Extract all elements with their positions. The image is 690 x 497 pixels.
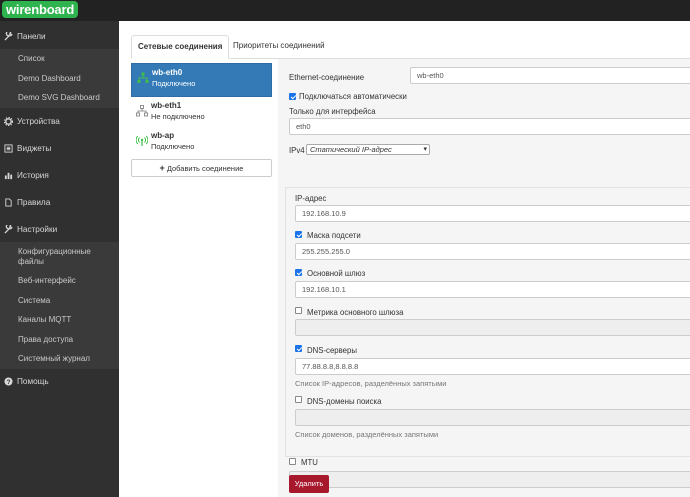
sidebar-item-label: Виджеты <box>17 143 52 153</box>
sidebar-item-label: Системный журнал <box>18 354 90 364</box>
gateway-metric-input[interactable] <box>295 319 690 336</box>
sidebar-item-list[interactable]: Список <box>0 49 119 69</box>
tab-network-connections[interactable]: Сетевые соединения <box>131 35 230 59</box>
gateway-checkbox[interactable] <box>295 269 302 276</box>
interface-label: Только для интерфейса <box>289 107 376 116</box>
sidebar-item-label: Demo Dashboard <box>18 73 81 83</box>
dns-servers-input[interactable]: 77.88.8.8,8.8.8.8 <box>295 358 690 375</box>
dns-search-checkbox[interactable] <box>295 396 302 403</box>
sidebar-item-label: Помощь <box>17 376 49 386</box>
sidebar-item-label: История <box>17 170 49 180</box>
ethernet-icon <box>137 72 149 84</box>
top-navbar: wirenboard <box>0 0 690 21</box>
sidebar-item-label: Настройки <box>17 224 58 234</box>
bar-chart-icon <box>3 171 13 180</box>
sidebar-item-access-rights[interactable]: Права доступа <box>0 329 119 349</box>
chevron-down-icon: ▾ <box>423 146 427 153</box>
sidebar-item-label: Устройства <box>17 116 60 126</box>
connection-item-wb-eth0[interactable]: wb-eth0 Подключено <box>131 63 272 97</box>
connection-name: wb-eth1 <box>151 101 182 110</box>
ipv4-mode-value: Статический IP-адрес <box>310 145 392 154</box>
sidebar-item-history[interactable]: История <box>0 162 119 188</box>
connection-name: wb-eth0 <box>152 68 183 77</box>
auto-connect-checkbox[interactable] <box>289 93 296 100</box>
interface-input[interactable]: eth0 <box>289 118 690 135</box>
sidebar-item-label: Каналы MQTT <box>18 315 72 325</box>
sidebar-item-label: Конфигурационные файлы <box>18 246 91 266</box>
svg-text:?: ? <box>6 378 10 385</box>
add-connection-button[interactable]: + Добавить соединение <box>131 159 272 177</box>
ethernet-icon <box>136 105 148 117</box>
list-icon <box>3 143 13 153</box>
auto-connect-label: Подключаться автоматически <box>299 92 407 101</box>
plus-icon: + <box>159 163 165 173</box>
sidebar-item-web-interface[interactable]: Веб-интерфейс <box>0 271 119 291</box>
ethernet-connection-label: Ethernet-соединение <box>289 73 365 82</box>
delete-connection-button[interactable]: Удалить <box>289 475 329 493</box>
sidebar-item-label: Права доступа <box>18 334 74 344</box>
sidebar-item-system-log[interactable]: Системный журнал <box>0 349 119 369</box>
sidebar-item-label: Веб-интерфейс <box>18 276 76 286</box>
netmask-label: Маска подсети <box>307 231 361 240</box>
wrench-icon <box>3 224 13 234</box>
sidebar-item-label: Правила <box>17 197 51 207</box>
sidebar-item-mqtt-channels[interactable]: Каналы MQTT <box>0 310 119 330</box>
question-icon: ? <box>3 376 13 386</box>
sidebar-item-help[interactable]: ? Помощь <box>0 368 119 394</box>
connection-status: Не подключено <box>151 112 205 121</box>
file-icon <box>3 197 13 207</box>
gateway-metric-checkbox[interactable] <box>295 307 302 314</box>
connection-tabs: Сетевые соединения Приоритеты соединений <box>131 35 690 59</box>
mtu-input[interactable] <box>289 471 690 488</box>
connection-item-wb-eth1[interactable]: wb-eth1 Не подключено <box>131 97 272 131</box>
ipv4-mode-select[interactable]: Статический IP-адрес ▾ <box>306 144 430 155</box>
mtu-checkbox[interactable] <box>289 458 296 465</box>
netmask-input[interactable]: 255.255.255.0 <box>295 243 690 260</box>
connection-form: Ethernet-соединение wb-eth0 Подключаться… <box>278 59 690 497</box>
ip-address-input[interactable]: 192.168.10.9 <box>295 205 690 222</box>
dns-search-input[interactable] <box>295 409 690 426</box>
sidebar-item-label: Панели <box>17 31 46 41</box>
sidebar: Панели Список Demo Dashboard Demo SVG Da… <box>0 21 119 497</box>
connection-name: wb-ap <box>151 131 175 140</box>
connection-status: Подключено <box>151 142 195 151</box>
main-panel: Сетевые соединения Приоритеты соединений… <box>119 21 690 497</box>
sidebar-item-label: Demo SVG Dashboard <box>18 93 100 103</box>
netmask-checkbox[interactable] <box>295 231 302 238</box>
sidebar-item-system[interactable]: Система <box>0 290 119 310</box>
gateway-label: Основной шлюз <box>307 269 366 278</box>
sidebar-item-rules[interactable]: Правила <box>0 189 119 215</box>
dns-search-label: DNS-домены поиска <box>307 397 382 406</box>
wrench-icon <box>3 31 13 41</box>
tab-connection-priorities[interactable]: Приоритеты соединений <box>227 35 331 59</box>
sidebar-item-label: Список <box>18 54 45 64</box>
sidebar-item-config-files[interactable]: Конфигурационные файлы <box>0 242 119 271</box>
sidebar-item-settings[interactable]: Настройки <box>0 216 119 242</box>
ip-address-label: IP-адрес <box>295 194 327 203</box>
dns-servers-help: Список IP-адресов, разделённых запятыми <box>295 379 447 388</box>
connection-name-input[interactable]: wb-eth0 <box>410 67 690 84</box>
dns-servers-checkbox[interactable] <box>295 345 302 352</box>
connection-status: Подключено <box>152 79 196 88</box>
add-connection-label: Добавить соединение <box>166 164 244 173</box>
connection-item-wb-ap[interactable]: wb-ap Подключено <box>131 127 272 161</box>
wifi-ap-icon <box>135 135 149 147</box>
wirenboard-logo[interactable]: wirenboard <box>2 1 79 18</box>
sidebar-item-demo-dashboard[interactable]: Demo Dashboard <box>0 68 119 88</box>
dns-search-help: Список доменов, разделённых запятыми <box>295 430 439 439</box>
sidebar-item-panels[interactable]: Панели <box>0 23 119 49</box>
gateway-input[interactable]: 192.168.10.1 <box>295 281 690 298</box>
ipv4-label: IPv4 <box>289 146 305 155</box>
dns-servers-label: DNS-серверы <box>307 346 357 355</box>
sidebar-item-widgets[interactable]: Виджеты <box>0 135 119 161</box>
sidebar-item-demo-svg-dashboard[interactable]: Demo SVG Dashboard <box>0 88 119 108</box>
mtu-label: MTU <box>301 458 318 467</box>
sidebar-item-devices[interactable]: Устройства <box>0 108 119 134</box>
gateway-metric-label: Метрика основного шлюза <box>307 308 404 317</box>
gear-icon <box>3 116 13 126</box>
sidebar-item-label: Система <box>18 295 51 305</box>
